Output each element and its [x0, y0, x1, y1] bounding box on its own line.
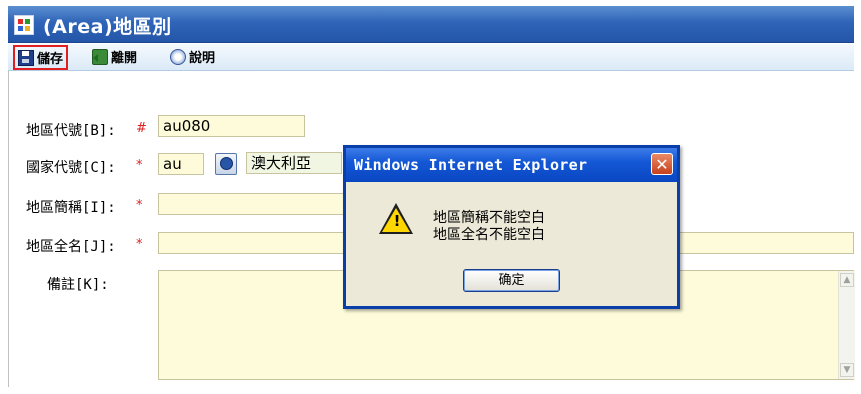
dialog-ok-button[interactable]: 确定 [463, 269, 560, 292]
help-button[interactable]: 說明 [170, 47, 215, 66]
scroll-up-arrow-icon[interactable]: ▲ [840, 273, 854, 287]
remark-scrollbar[interactable]: ▲ ▼ [838, 271, 855, 379]
app-grid-icon [14, 15, 34, 35]
save-label: 儲存 [37, 52, 64, 67]
dialog-message-line2: 地區全名不能空白 [433, 227, 545, 243]
floppy-disk-icon [18, 49, 34, 66]
remark-label: 備註[K]: [47, 277, 109, 293]
area-short-label: 地區簡稱[I]: [26, 200, 116, 216]
save-button[interactable]: 儲存 [13, 45, 69, 70]
country-code-label: 國家代號[C]: [26, 160, 116, 176]
dialog-title-bar: Windows Internet Explorer ✕ [346, 148, 677, 182]
area-full-required-marker: * [136, 237, 143, 252]
exit-door-icon [92, 48, 108, 65]
country-code-required-marker: * [136, 158, 143, 173]
help-label: 說明 [189, 51, 216, 66]
area-code-label: 地區代號[B]: [26, 123, 116, 139]
window-title: (Area)地區別 [43, 16, 172, 38]
country-name-field: 澳大利亞 [246, 152, 342, 174]
globe-lookup-icon[interactable] [215, 153, 237, 175]
toolbar: 儲存 離開 說明 [8, 44, 854, 71]
exit-label: 離開 [111, 51, 138, 66]
country-code-input[interactable]: au [158, 153, 204, 175]
area-code-key-marker: # [136, 121, 147, 136]
alert-dialog: Windows Internet Explorer ✕ ! 地區簡稱不能空白 地… [343, 145, 680, 309]
area-short-required-marker: * [136, 198, 143, 213]
dialog-title: Windows Internet Explorer [354, 156, 588, 174]
dialog-close-button[interactable]: ✕ [651, 153, 673, 175]
warning-exclamation: ! [393, 212, 401, 230]
area-full-label: 地區全名[J]: [26, 239, 116, 255]
area-code-input[interactable]: au080 [158, 115, 305, 137]
area-short-input[interactable] [158, 193, 348, 215]
window-title-bar: (Area)地區別 [8, 6, 854, 43]
scroll-down-arrow-icon[interactable]: ▼ [840, 363, 854, 377]
help-icon [170, 48, 186, 65]
exit-button[interactable]: 離開 [92, 47, 137, 66]
